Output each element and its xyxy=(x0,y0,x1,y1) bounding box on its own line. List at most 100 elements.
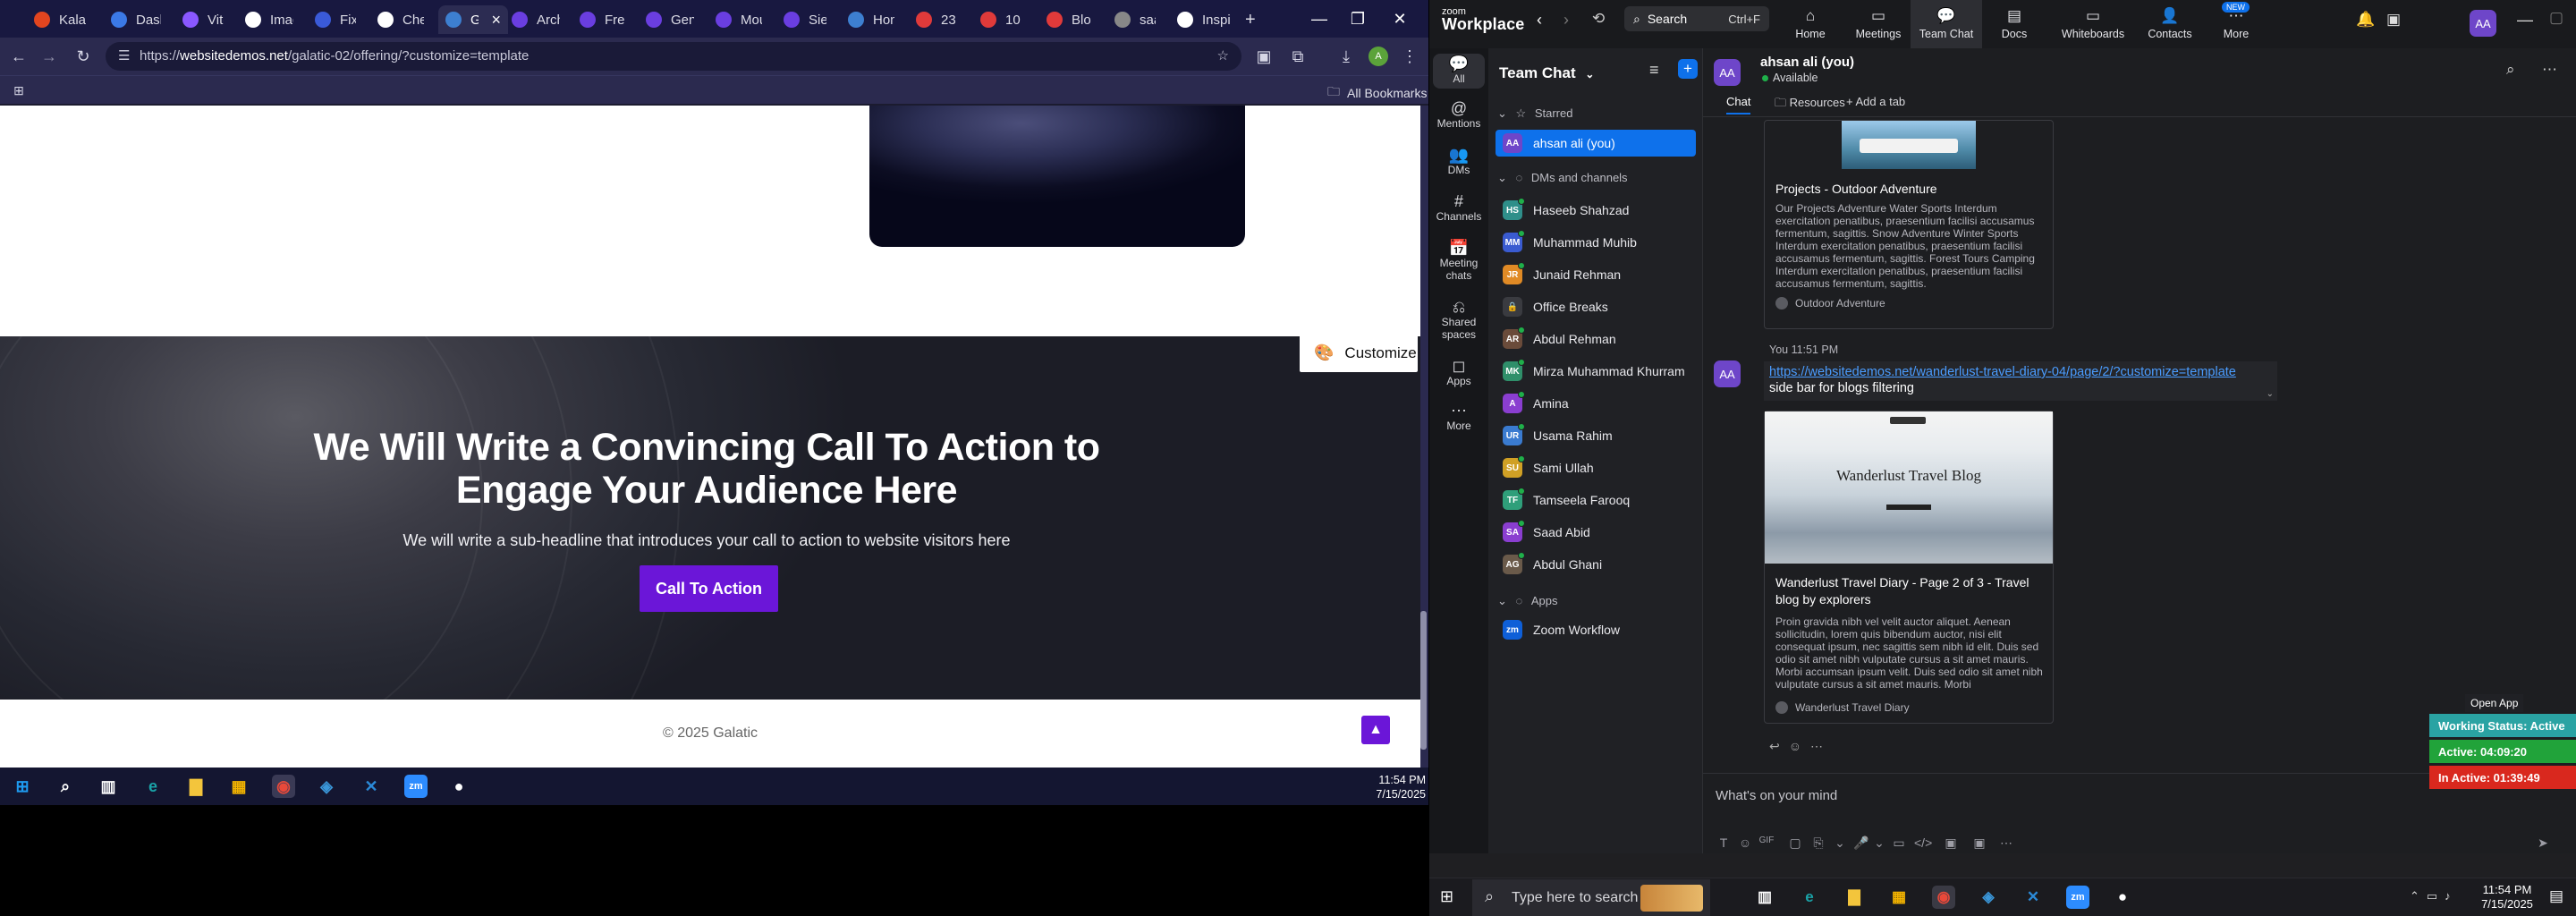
edge-icon[interactable]: e xyxy=(1798,886,1821,909)
menu-dots-icon[interactable]: ⋮ xyxy=(1400,47,1419,66)
extensions-icon[interactable]: ⧉ xyxy=(1288,47,1308,66)
sidebar-item[interactable]: zm Zoom Workflow xyxy=(1496,616,1696,643)
minimize-icon[interactable]: — xyxy=(2517,11,2533,30)
gif-icon[interactable]: GIF xyxy=(1758,835,1775,845)
sidebar-item[interactable]: SA Saad Abid xyxy=(1496,519,1696,546)
back-icon[interactable]: ← xyxy=(9,47,29,66)
message-avatar[interactable]: AA xyxy=(1714,360,1741,387)
file-icon[interactable]: ▢ xyxy=(1787,835,1803,851)
new-chat-button[interactable]: + xyxy=(1678,59,1698,79)
rail-more[interactable]: ⋯ More xyxy=(1433,403,1485,432)
tab-chat[interactable]: Chat xyxy=(1726,95,1751,114)
apps-grid-icon[interactable]: ⊞ xyxy=(9,81,29,100)
windows-start-icon[interactable]: ⊞ xyxy=(11,775,34,798)
sidebar-icon[interactable]: ▣ xyxy=(1254,47,1274,66)
browser-tab[interactable]: saas xyxy=(1107,5,1163,34)
forward-icon[interactable]: › xyxy=(1563,11,1569,30)
search-icon[interactable]: ⌕ xyxy=(54,775,77,798)
sidebar-item[interactable]: SU Sami Ullah xyxy=(1496,454,1696,481)
chrome-icon[interactable]: ◉ xyxy=(1932,886,1955,909)
app-icon[interactable]: ▣ xyxy=(1943,835,1959,851)
zoom-profile-avatar[interactable]: AA xyxy=(2470,10,2496,37)
more-icon[interactable]: ⋯ xyxy=(2542,61,2557,79)
rail-channels[interactable]: # Channels xyxy=(1433,193,1485,223)
sidebar-item[interactable]: AA ahsan ali (you) xyxy=(1496,130,1696,157)
taskbar-clock[interactable]: 11:54 PM 7/15/2025 xyxy=(1368,773,1426,802)
rail-all[interactable]: 💬 All xyxy=(1433,54,1485,89)
close-icon[interactable]: × xyxy=(491,11,501,30)
screenshot-icon[interactable]: ⎘ xyxy=(1810,835,1826,851)
download-icon[interactable]: ⤓ xyxy=(1336,47,1356,66)
format-icon[interactable]: T xyxy=(1716,835,1732,850)
rail-apps[interactable]: ◻ Apps xyxy=(1433,358,1485,387)
taskbar-clock[interactable]: 11:54 PM 7/15/2025 xyxy=(2474,883,2540,912)
new-tab-button[interactable]: + xyxy=(1238,5,1263,34)
zoom-icon[interactable]: zm xyxy=(404,775,428,798)
task-view-icon[interactable]: ▥ xyxy=(97,775,120,798)
browser-tab[interactable]: Kalas xyxy=(27,5,93,34)
send-icon[interactable]: ➤ xyxy=(2535,835,2551,851)
link-preview-card[interactable]: Projects - Outdoor Adventure Our Project… xyxy=(1764,120,2054,329)
task-view-icon[interactable]: ▥ xyxy=(1753,886,1776,909)
vscode-alt-icon[interactable]: ◈ xyxy=(315,775,338,798)
app-icon[interactable]: ▣ xyxy=(1971,835,1987,851)
zoom-search[interactable]: ⌕ Search Ctrl+F xyxy=(1624,6,1769,31)
sidebar-item[interactable]: 🔒 Office Breaks xyxy=(1496,293,1696,320)
vscode-alt-icon[interactable]: ◈ xyxy=(1977,886,2000,909)
bell-icon[interactable]: 🔔 xyxy=(2356,11,2375,29)
reload-icon[interactable]: ↻ xyxy=(73,47,93,66)
edge-icon[interactable]: e xyxy=(141,775,165,798)
browser-tab[interactable]: Sier xyxy=(776,5,834,34)
browser-tab[interactable]: Hom xyxy=(841,5,902,34)
vscode-icon[interactable]: ✕ xyxy=(2021,886,2045,909)
open-app-button[interactable]: Open App xyxy=(2465,694,2524,712)
rail-mentions[interactable]: @ Mentions xyxy=(1433,100,1485,130)
rail-shared-spaces[interactable]: ⎌ Shared spaces xyxy=(1433,299,1485,341)
file-explorer-icon[interactable]: ▇ xyxy=(184,775,208,798)
filter-icon[interactable]: ≡ xyxy=(1649,61,1659,80)
browser-tab[interactable]: Imag xyxy=(238,5,301,34)
sidebar-item[interactable]: MM Muhammad Muhib xyxy=(1496,229,1696,256)
message-bubble[interactable]: https://websitedemos.net/wanderlust-trav… xyxy=(1764,361,2277,401)
forward-icon[interactable]: → xyxy=(39,47,59,66)
message-link[interactable]: https://websitedemos.net/wanderlust-trav… xyxy=(1769,365,2236,379)
browser-tab[interactable]: Chec xyxy=(370,5,431,34)
zoom-tab-home[interactable]: ⌂ Home xyxy=(1775,0,1846,48)
chevron-down-icon[interactable]: ⌄ xyxy=(2267,389,2274,399)
page-scrollbar[interactable] xyxy=(1420,106,1428,768)
chat-name[interactable]: ahsan ali (you) xyxy=(1760,55,1854,70)
zoom-icon[interactable]: zm xyxy=(2066,886,2089,909)
emoji-icon[interactable]: ☺ xyxy=(1737,835,1753,850)
browser-tab[interactable]: G × xyxy=(438,5,508,34)
sidebar-item[interactable]: AG Abdul Ghani xyxy=(1496,551,1696,578)
windows-start-icon[interactable]: ⊞ xyxy=(1440,887,1453,906)
browser-tab[interactable]: Blog xyxy=(1039,5,1098,34)
close-window-icon[interactable]: ✕ xyxy=(1373,5,1427,32)
browser-tab[interactable]: Dash xyxy=(104,5,168,34)
chat-avatar[interactable]: AA xyxy=(1714,59,1741,86)
taskbar-search[interactable]: ⌕ Type here to search xyxy=(1472,879,1710,916)
zoom-tab-meetings[interactable]: ▭ Meetings xyxy=(1843,0,1914,48)
chrome-icon[interactable]: ◉ xyxy=(272,775,295,798)
mic-icon[interactable]: 🎤 xyxy=(1853,835,1869,851)
chevron-down-icon[interactable]: ⌄ xyxy=(1585,68,1594,81)
browser-tab[interactable]: Vite xyxy=(175,5,231,34)
scroll-to-top-button[interactable]: ▲ xyxy=(1361,716,1390,744)
code-icon[interactable]: </> xyxy=(1914,835,1932,850)
zoom-tab-team-chat[interactable]: 💬 Team Chat xyxy=(1911,0,1982,48)
sidebar-item[interactable]: TF Tamseela Farooq xyxy=(1496,487,1696,513)
apps-section[interactable]: ⌄ ◌ Apps xyxy=(1497,594,1558,608)
back-icon[interactable]: ‹ xyxy=(1537,11,1542,30)
sidebar-item[interactable]: JR Junaid Rehman xyxy=(1496,261,1696,288)
browser-tab[interactable]: Free xyxy=(572,5,631,34)
browser-tab[interactable]: 10 E xyxy=(973,5,1032,34)
sidebar-item[interactable]: A Amina xyxy=(1496,390,1696,417)
browser-tab[interactable]: Arch xyxy=(504,5,567,34)
zoom-tab-whiteboards[interactable]: ▭ Whiteboards xyxy=(2057,0,2129,48)
bookmark-star-icon[interactable]: ☆ xyxy=(1217,42,1229,71)
more-icon[interactable]: ⋯ xyxy=(1998,835,2014,851)
scrollbar-thumb[interactable] xyxy=(1420,611,1427,750)
all-bookmarks[interactable]: 🗀 All Bookmarks xyxy=(1327,82,1427,104)
tab-resources[interactable]: 🗀 Resources xyxy=(1775,95,1845,114)
chevron-down-icon[interactable]: ⌄ xyxy=(1832,835,1848,851)
